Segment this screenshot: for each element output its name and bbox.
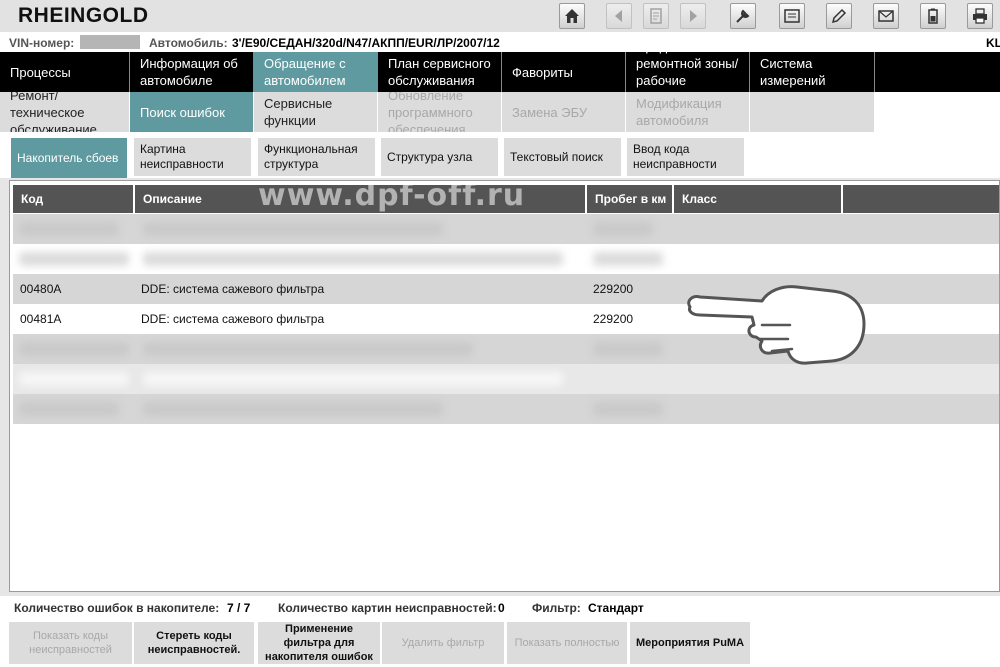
- sub-nav-service-functions[interactable]: Сервисные функции: [254, 92, 378, 132]
- vin-label: VIN-номер:: [9, 36, 75, 50]
- forward-button[interactable]: [680, 3, 706, 29]
- row-code: 00481A: [20, 312, 62, 326]
- row-description: DDE: система сажевого фильтра: [141, 312, 325, 326]
- fault-patterns-value: 0: [498, 601, 505, 615]
- tab-text-search[interactable]: Текстовый поиск: [504, 138, 621, 176]
- row-mileage: 229200: [593, 312, 634, 326]
- card-icon: [784, 9, 800, 23]
- table-row-blurred[interactable]: [13, 244, 999, 274]
- fault-table: Код Описание Пробег в км Класс 00480A DD…: [9, 180, 1000, 592]
- tab-fault-memory[interactable]: Накопитель сбоев: [11, 138, 127, 178]
- show-all-button[interactable]: Показать полностью: [507, 622, 627, 664]
- errors-label: Количество ошибок в накопителе:: [14, 601, 220, 615]
- main-nav-favorites[interactable]: Фавориты: [502, 52, 626, 92]
- printer-button[interactable]: [967, 3, 993, 29]
- main-nav-vehicle-info[interactable]: Информация об автомобиле: [130, 52, 254, 92]
- row-mileage: 229200: [593, 282, 634, 296]
- table-row-blurred[interactable]: [13, 214, 999, 244]
- vehicle-info-bar: VIN-номер: Автомобиль: 3'/E90/СЕДАН/320d…: [0, 32, 1000, 52]
- battery-icon: [928, 8, 938, 24]
- sub-nav: Ремонт/ техническое обслуживание Поиск о…: [0, 92, 1000, 132]
- main-nav: Процессы Информация об автомобиле Обраще…: [0, 52, 1000, 92]
- sub-nav-fault-search[interactable]: Поиск ошибок: [130, 92, 254, 132]
- main-nav-service-plan[interactable]: План сервисного обслуживания: [378, 52, 502, 92]
- filter-value: Стандарт: [588, 601, 644, 615]
- title-bar: RHEINGOLD: [0, 0, 1000, 32]
- sub-nav-ecu-replacement[interactable]: Замена ЭБУ: [502, 92, 626, 132]
- tab-functional-structure[interactable]: Функциональная структура: [258, 138, 375, 176]
- mail-icon: [878, 10, 894, 22]
- row-description: DDE: система сажевого фильтра: [141, 282, 325, 296]
- wrench-button[interactable]: [730, 3, 756, 29]
- main-nav-processes[interactable]: Процессы: [0, 52, 130, 92]
- col-mileage[interactable]: Пробег в км: [587, 185, 674, 213]
- wrench-icon: [736, 9, 750, 23]
- col-class[interactable]: Класс: [674, 185, 843, 213]
- tab-bar: Накопитель сбоев Картина неисправности Ф…: [0, 132, 1000, 178]
- show-fault-codes-button[interactable]: Показать коды неисправностей: [9, 622, 132, 664]
- home-icon: [565, 9, 579, 23]
- car-label: Автомобиль:: [149, 36, 228, 50]
- vehicle-right-text: KL: [986, 36, 1000, 50]
- document-icon: [650, 8, 662, 24]
- car-value: 3'/E90/СЕДАН/320d/N47/АКПП/EUR/ЛР/2007/1…: [232, 36, 500, 50]
- app-title: RHEINGOLD: [18, 4, 149, 27]
- errors-value: 7 / 7: [227, 601, 251, 615]
- row-code: 00480A: [20, 282, 62, 296]
- mail-button[interactable]: [873, 3, 899, 29]
- pen-icon: [831, 8, 847, 24]
- filter-label: Фильтр:: [532, 601, 581, 615]
- table-row-blurred[interactable]: [13, 394, 999, 424]
- col-code[interactable]: Код: [13, 185, 135, 213]
- sub-nav-repair-maintenance[interactable]: Ремонт/ техническое обслуживание: [0, 92, 130, 132]
- footer-buttons: Показать коды неисправностей Стереть код…: [0, 620, 1000, 667]
- home-button[interactable]: [559, 3, 585, 29]
- apply-filter-button[interactable]: Применение фильтра для накопителя ошибок: [258, 622, 380, 664]
- pointing-hand-icon: [687, 285, 866, 365]
- main-nav-vehicle-handling[interactable]: Обращение с автомобилем: [254, 52, 378, 92]
- card-button[interactable]: [779, 3, 805, 29]
- summary-bar: Количество ошибок в накопителе: 7 / 7 Ко…: [0, 596, 1000, 620]
- tab-component-structure[interactable]: Структура узла: [381, 138, 498, 176]
- col-description[interactable]: Описание: [135, 185, 587, 213]
- printer-icon: [973, 8, 987, 24]
- clear-fault-codes-button[interactable]: Стереть коды неисправностей.: [134, 622, 254, 664]
- battery-button[interactable]: [920, 3, 946, 29]
- tab-fault-pattern[interactable]: Картина неисправности: [134, 138, 251, 176]
- sub-nav-empty: [750, 92, 875, 132]
- sub-nav-software-update[interactable]: Обновление программного обеспечения: [378, 92, 502, 132]
- col-empty: [843, 185, 999, 213]
- pen-button[interactable]: [826, 3, 852, 29]
- back-button[interactable]: [606, 3, 632, 29]
- back-icon: [615, 10, 622, 22]
- tab-fault-code-input[interactable]: Ввод кода неисправности: [627, 138, 744, 176]
- fault-patterns-label: Количество картин неисправностей:: [278, 601, 497, 615]
- sub-nav-vehicle-modification[interactable]: Модификация автомобиля: [626, 92, 750, 132]
- forward-icon: [690, 10, 697, 22]
- document-button[interactable]: [643, 3, 669, 29]
- main-nav-measurement[interactable]: Система измерений: [750, 52, 875, 92]
- main-nav-workshop-fluids[interactable]: Средства ремонтной зоны/ рабочие жидкост…: [626, 52, 750, 92]
- delete-filter-button[interactable]: Удалить фильтр: [382, 622, 504, 664]
- table-header: Код Описание Пробег в км Класс: [13, 185, 999, 213]
- vin-value-redacted: [80, 35, 140, 49]
- puma-measures-button[interactable]: Мероприятия PuMA: [630, 622, 750, 664]
